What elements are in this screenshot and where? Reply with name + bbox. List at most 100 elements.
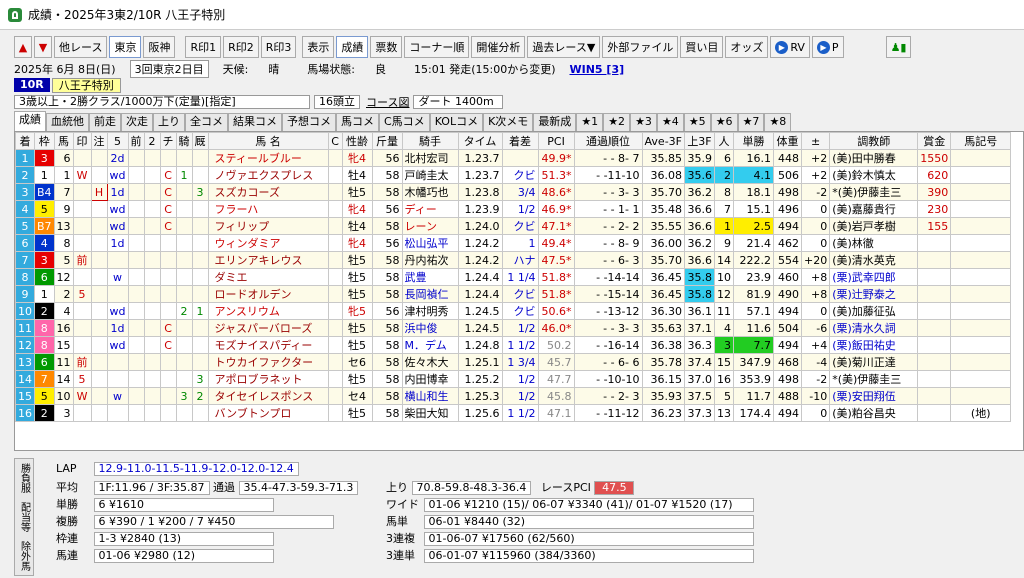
table-cell: クビ — [501, 285, 539, 303]
table-row[interactable]: 15 5 10 Ww 3 2 タイセイレスポンス セ4 58 横山和生 1.25.3 1/2 45.8-… — [15, 387, 1012, 405]
table-cell — [143, 319, 161, 337]
column-header[interactable]: チ — [159, 132, 177, 150]
tab-item[interactable]: 予想コメ — [282, 113, 336, 131]
results-grid[interactable]: 着枠馬印注5前2チ騎厩馬 名 C 性齢 斤量 騎手 タイム 着差 PCI 通過順位 Ave-3F 上… — [14, 131, 1024, 451]
votes-button[interactable]: 票数 — [370, 36, 403, 58]
external-file-button[interactable]: 外部ファイル — [602, 36, 679, 58]
other-race-button[interactable]: 他レース — [54, 36, 108, 58]
column-header[interactable]: PCI — [537, 132, 575, 150]
table-row[interactable]: 3 B4 7 H 1d C 3 スズカコーズ 牡5 58 木幡巧也 1.23.8 3/4 48.6* - -… — [15, 183, 1012, 201]
horse-group-button[interactable]: ♟▮ — [885, 36, 912, 58]
course-map-link[interactable]: コース図 — [366, 94, 409, 110]
bottom-panel: 勝負服 配当等 除外馬 LAP 12.9-11.0-11.5-11.9-12.0… — [14, 458, 1024, 576]
column-header[interactable]: 厩 — [191, 132, 209, 150]
column-header[interactable]: 調教師 — [829, 132, 919, 150]
tab-item[interactable]: ★5 — [683, 113, 711, 131]
rmark1-button[interactable]: R印1 — [185, 36, 222, 58]
win5-link[interactable]: WIN5 [3] — [570, 63, 625, 76]
column-header[interactable]: 前 — [127, 132, 145, 150]
column-header[interactable]: 着差 — [501, 132, 539, 150]
tab-item[interactable]: ★1 — [576, 113, 604, 131]
corner-order-button[interactable]: コーナー順 — [404, 36, 470, 58]
column-header[interactable]: 5 — [106, 132, 129, 150]
table-row[interactable]: 2 1 1 Wwd C 1 ノヴァエクスプレス 牡4 58 戸崎圭太 1.23.7 クビ 51.3* - … — [15, 166, 1012, 184]
column-header[interactable]: 注 — [90, 132, 108, 150]
side-tab-silks[interactable]: 勝負服 — [17, 463, 32, 493]
table-row[interactable]: 14 7 14 5 3 アポロブラネット 牡5 58 内田博幸 1.25.2 1/2 47.7- -1… — [15, 370, 1012, 388]
table-row[interactable]: 16 2 3 バンブトンプロ 牡5 58 柴田大知 1.25.6 1 1/2 47.1- -11-… — [15, 404, 1012, 422]
column-header[interactable]: 賞金 — [917, 132, 952, 150]
column-header[interactable]: 枠 — [34, 132, 55, 150]
table-row[interactable]: 8 6 12 w ダミエ 牡5 58 武豊 1.24.4 1 1/4 51.8* - -14-14 36… — [15, 268, 1012, 286]
tab-item[interactable]: ★4 — [656, 113, 684, 131]
tab-item[interactable]: 成績 — [14, 111, 46, 131]
table-cell: エリンアキレウス — [207, 251, 329, 269]
column-header[interactable]: 馬記号 — [950, 132, 1012, 150]
table-row[interactable]: 12 8 15 wd C モズナイスパディー 牡5 58 M．デム 1.24.8 1 1/2 50.2… — [15, 336, 1012, 354]
tab-item[interactable]: KOLコメ — [429, 113, 484, 131]
tab-item[interactable]: 次走 — [121, 113, 153, 131]
tab-item[interactable]: 血統他 — [46, 113, 89, 131]
tab-item[interactable]: ★7 — [737, 113, 765, 131]
tab-item[interactable]: 上り — [153, 113, 185, 131]
tab-item[interactable]: ★2 — [603, 113, 631, 131]
display-button[interactable]: 表示 — [302, 36, 335, 58]
table-cell — [191, 336, 209, 354]
bets-button[interactable]: 買い目 — [680, 36, 724, 58]
column-header[interactable]: 2 — [143, 132, 161, 150]
rmark3-button[interactable]: R印3 — [260, 36, 297, 58]
tab-item[interactable]: 全コメ — [185, 113, 228, 131]
table-row[interactable]: 13 6 11 前 トウカイファクター セ6 58 佐々木大 1.25.1 1 3/4 45.7- … — [15, 353, 1012, 371]
column-header[interactable]: 上3F — [683, 132, 715, 150]
table-cell: 7.7 — [732, 336, 774, 354]
column-header[interactable]: 単勝 — [732, 132, 774, 150]
table-cell: 35.48 — [641, 200, 685, 218]
table-row[interactable]: 4 5 9 wd C フラーハ 牝4 56 ディー 1.23.9 1/2 46.9* - - 1- 13… — [15, 200, 1012, 218]
tab-item[interactable]: C馬コメ — [379, 113, 430, 131]
tab-item[interactable]: K次メモ — [483, 113, 534, 131]
down-arrow-button[interactable]: ▼ — [34, 36, 52, 58]
p-button[interactable]: ▶ P — [811, 36, 844, 58]
column-header[interactable]: 着 — [15, 132, 35, 150]
side-tab-payouts[interactable]: 配当等 — [17, 502, 32, 532]
column-header[interactable]: 人 — [713, 132, 734, 150]
tab-item[interactable]: ★6 — [710, 113, 738, 131]
column-header[interactable]: 馬 — [53, 132, 74, 150]
table-row[interactable]: 5 B7 13 wd C フィリップ 牡4 58 レーン 1.24.0 クビ 47.1* - - 2- … — [15, 217, 1012, 235]
tokyo-button[interactable]: 東京 — [109, 36, 142, 58]
column-header[interactable]: 騎 — [175, 132, 193, 150]
column-header[interactable]: C — [327, 132, 343, 150]
results-button[interactable]: 成績 — [336, 36, 369, 58]
tab-item[interactable]: 前走 — [89, 113, 121, 131]
tab-item[interactable]: 馬コメ — [336, 113, 379, 131]
tab-item[interactable]: 結果コメ — [228, 113, 282, 131]
column-header[interactable]: 性齢 — [341, 132, 373, 150]
rv-button[interactable]: ▶ RV — [770, 36, 810, 58]
column-header[interactable]: ± — [800, 132, 831, 150]
tab-item[interactable]: ★8 — [764, 113, 792, 131]
tab-item[interactable]: ★3 — [630, 113, 657, 131]
tab-item[interactable]: 最新成 — [533, 113, 577, 131]
past-races-button[interactable]: 過去レース▼ — [527, 36, 601, 58]
column-header[interactable]: 騎手 — [401, 132, 459, 150]
column-header[interactable]: 印 — [72, 132, 92, 150]
rmark2-button[interactable]: R印2 — [223, 36, 259, 58]
table-row[interactable]: 11 8 16 1d C ジャスパーバローズ 牡5 58 浜中俊 1.24.5 1/2 46.0* - … — [15, 319, 1012, 337]
table-row[interactable]: 7 3 5 前 エリンアキレウス 牡5 58 丹内祐次 1.24.2 ハナ 47.5* - - 6- … — [15, 251, 1012, 269]
column-header[interactable]: タイム — [457, 132, 503, 150]
table-row[interactable]: 1 3 6 2d スティールブルー 牝4 56 北村宏司 1.23.7 49.9* - - 8- 7… — [15, 149, 1012, 167]
table-row[interactable]: 9 1 2 5 ロードオルデン 牡5 58 長岡禎仁 1.24.4 クビ 51.8* - -15-14… — [15, 285, 1012, 303]
column-header[interactable]: 馬 名 — [207, 132, 329, 150]
meeting-analysis-button[interactable]: 開催分析 — [471, 36, 526, 58]
column-header[interactable]: 体重 — [772, 132, 802, 150]
odds-button[interactable]: オッズ — [725, 36, 769, 58]
up-arrow-button[interactable]: ▲ — [14, 36, 32, 58]
table-row[interactable]: 6 4 8 1d ウィンダミア 牝4 56 松山弘平 1.24.2 1 49.4* - - 8- 93… — [15, 234, 1012, 252]
side-tab-scratched[interactable]: 除外馬 — [17, 541, 32, 571]
column-header[interactable]: Ave-3F — [641, 132, 685, 150]
column-header[interactable]: 斤量 — [371, 132, 403, 150]
hanshin-button[interactable]: 阪神 — [143, 36, 176, 58]
column-header[interactable]: 通過順位 — [573, 132, 643, 150]
table-cell — [950, 319, 1012, 337]
table-row[interactable]: 10 2 4 wd 2 1 アンスリウム 牝5 56 津村明秀 1.24.5 クビ 50.6* - -13… — [15, 302, 1012, 320]
